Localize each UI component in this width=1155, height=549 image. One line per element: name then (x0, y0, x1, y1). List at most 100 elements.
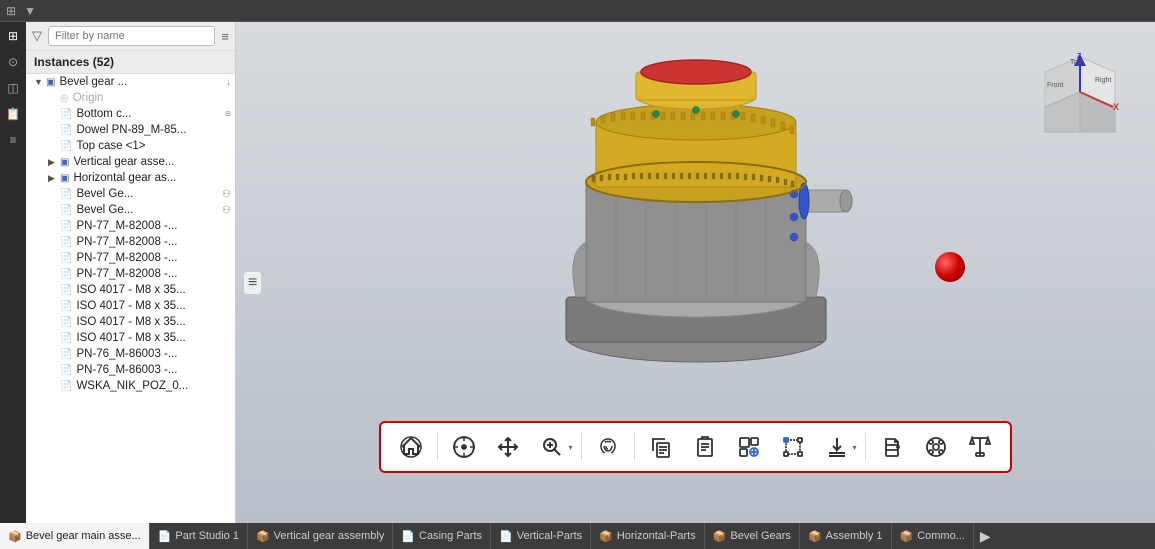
tree-item-iso-1[interactable]: 📄ISO 4017 - M8 x 35... (26, 282, 235, 298)
tab-icon-assembly-1: 📦 (808, 530, 822, 543)
tab-icon-part-studio-1: 📄 (158, 530, 172, 543)
tab-horizontal-parts[interactable]: 📦Horizontal-Parts (591, 523, 705, 549)
tree-label-dowel: Dowel PN-89_M-85... (76, 124, 231, 136)
tree-item-iso-4[interactable]: 📄ISO 4017 - M8 x 35... (26, 330, 235, 346)
tab-label-casing-parts: Casing Parts (419, 530, 482, 542)
tree-item-pn-77-3[interactable]: 📄PN-77_M-82008 -... (26, 250, 235, 266)
list-view-icon[interactable]: ≡ (221, 29, 229, 44)
tree-label-iso-3: ISO 4017 - M8 x 35... (76, 316, 231, 328)
sidebar-left-icons: ⊞ ⊙ ◫ 📋 ≡ (0, 22, 26, 523)
scale-button[interactable] (962, 429, 998, 465)
gear-3d-model (536, 42, 856, 382)
list-icon[interactable]: ≡ (3, 130, 23, 150)
sidebar-toolbar: ▽ ≡ (26, 22, 235, 51)
zoom-arrow[interactable]: ▾ (568, 443, 572, 452)
copy-doc-button[interactable] (643, 429, 679, 465)
tab-assembly-1[interactable]: 📦Assembly 1 (800, 523, 892, 549)
tree-item-horizontal-gear[interactable]: ▶▣Horizontal gear as... (26, 170, 235, 186)
zoom-group: ▾ (534, 429, 572, 465)
instances-header: Instances (52) (26, 51, 235, 74)
svg-text:Front: Front (1047, 82, 1063, 89)
insert-button[interactable] (731, 429, 767, 465)
tree-label-bevel-ge-2: Bevel Ge... (76, 204, 218, 216)
svg-text:X: X (1113, 102, 1119, 112)
tab-vertical-parts[interactable]: 📄Vertical-Parts (491, 523, 591, 549)
tree-item-top-case[interactable]: 📄Top case <1> (26, 138, 235, 154)
tree-label-iso-1: ISO 4017 - M8 x 35... (76, 284, 231, 296)
toolbar-strip: ▾ (379, 421, 1011, 473)
svg-text:Top: Top (1070, 59, 1081, 66)
tree-label-wska: WSKA_NIK_POZ_0... (76, 380, 231, 392)
tab-icon-bevel-gears: 📦 (713, 530, 727, 543)
divider-1 (437, 433, 438, 461)
tree-label-pn-77-1: PN-77_M-82008 -... (76, 220, 231, 232)
tree-badge-bottom-c: ≡ (225, 109, 231, 120)
layers-icon[interactable]: ◫ (3, 78, 23, 98)
tree-item-pn-76-1[interactable]: 📄PN-76_M-86003 -... (26, 346, 235, 362)
tree-container[interactable]: ▼▣Bevel gear ...↓◎Origin📄Bottom c...≡📄Do… (26, 74, 235, 523)
tab-icon-vertical-parts: 📄 (499, 530, 513, 543)
filter-icon[interactable]: ▼ (24, 4, 36, 18)
circle-icon[interactable]: ⊙ (3, 52, 23, 72)
tab-label-part-studio-1: Part Studio 1 (175, 530, 239, 542)
tree-label-iso-2: ISO 4017 - M8 x 35... (76, 300, 231, 312)
tree-item-bevel-gear-main[interactable]: ▼▣Bevel gear ...↓ (26, 74, 235, 90)
top-bar-icons: ⊞ ▼ (6, 4, 36, 18)
tabs-bar: 📦Bevel gear main asse...📄Part Studio 1📦V… (0, 523, 1155, 549)
download-arrow[interactable]: ▾ (853, 443, 857, 452)
print-button[interactable] (874, 429, 910, 465)
tree-item-pn-77-1[interactable]: 📄PN-77_M-82008 -... (26, 218, 235, 234)
frame-button[interactable] (775, 429, 811, 465)
tree-item-bottom-c[interactable]: 📄Bottom c...≡ (26, 106, 235, 122)
tab-part-studio-1[interactable]: 📄Part Studio 1 (150, 523, 248, 549)
cube-navigator[interactable]: X Z Top Front Right (1035, 52, 1125, 142)
pan-button[interactable] (490, 429, 526, 465)
filter-funnel-icon[interactable]: ▽ (32, 28, 42, 44)
tab-bevel-gear-main-asm[interactable]: 📦Bevel gear main asse... (0, 523, 150, 549)
tab-icon-horizontal-parts: 📦 (599, 530, 613, 543)
filter-input[interactable] (48, 26, 215, 46)
grid-icon[interactable]: ⊞ (6, 4, 16, 18)
tree-item-bevel-ge-1[interactable]: 📄Bevel Ge...⚇ (26, 186, 235, 202)
orbit-button[interactable] (446, 429, 482, 465)
tree-item-wska[interactable]: 📄WSKA_NIK_POZ_0... (26, 378, 235, 394)
tab-icon-bevel-gear-main-asm: 📦 (8, 530, 22, 543)
divider-4 (865, 433, 866, 461)
reel-button[interactable] (918, 429, 954, 465)
divider-2 (581, 433, 582, 461)
tree-item-origin[interactable]: ◎Origin (26, 90, 235, 106)
tree-item-iso-3[interactable]: 📄ISO 4017 - M8 x 35... (26, 314, 235, 330)
main-area: ⊞ ⊙ ◫ 📋 ≡ ▽ ≡ Instances (52) ▼▣Bevel gea… (0, 22, 1155, 523)
tree-item-pn-77-4[interactable]: 📄PN-77_M-82008 -... (26, 266, 235, 282)
home-button[interactable] (393, 429, 429, 465)
tree-item-bevel-ge-2[interactable]: 📄Bevel Ge...⚇ (26, 202, 235, 218)
tree-badge-bevel-ge-1: ⚇ (222, 189, 231, 200)
tree-label-pn-76-2: PN-76_M-86003 -... (76, 364, 231, 376)
tree-icon[interactable]: ⊞ (3, 26, 23, 46)
tree-item-pn-76-2[interactable]: 📄PN-76_M-86003 -... (26, 362, 235, 378)
tab-bevel-gears[interactable]: 📦Bevel Gears (705, 523, 800, 549)
tab-vertical-gear-assembly[interactable]: 📦Vertical gear assembly (248, 523, 393, 549)
tree-item-iso-2[interactable]: 📄ISO 4017 - M8 x 35... (26, 298, 235, 314)
download-button[interactable] (819, 429, 855, 465)
svg-text:Right: Right (1095, 77, 1111, 84)
tree-item-dowel[interactable]: 📄Dowel PN-89_M-85... (26, 122, 235, 138)
tab-common[interactable]: 📦Commo... (892, 523, 974, 549)
tab-casing-parts[interactable]: 📄Casing Parts (393, 523, 491, 549)
tree-item-vertical-gear[interactable]: ▶▣Vertical gear asse... (26, 154, 235, 170)
tree-label-pn-77-4: PN-77_M-82008 -... (76, 268, 231, 280)
clipboard-icon[interactable]: 📋 (3, 104, 23, 124)
viewport[interactable]: X Z Top Front Right ≡ (236, 22, 1155, 523)
viewport-list-icon[interactable]: ≡ (244, 272, 261, 294)
tab-scroll-right[interactable]: ▶ (974, 523, 997, 549)
tab-icon-vertical-gear-assembly: 📦 (256, 530, 270, 543)
surface-button[interactable] (590, 429, 626, 465)
tree-badge-bevel-gear-main: ↓ (226, 77, 231, 88)
tree-item-pn-77-2[interactable]: 📄PN-77_M-82008 -... (26, 234, 235, 250)
tree-label-iso-4: ISO 4017 - M8 x 35... (76, 332, 231, 344)
clipboard-button[interactable] (687, 429, 723, 465)
tree-label-pn-77-3: PN-77_M-82008 -... (76, 252, 231, 264)
zoom-button[interactable] (534, 429, 570, 465)
tree-label-bevel-gear-main: Bevel gear ... (59, 76, 222, 88)
bottom-toolbar: ▾ (236, 421, 1155, 473)
